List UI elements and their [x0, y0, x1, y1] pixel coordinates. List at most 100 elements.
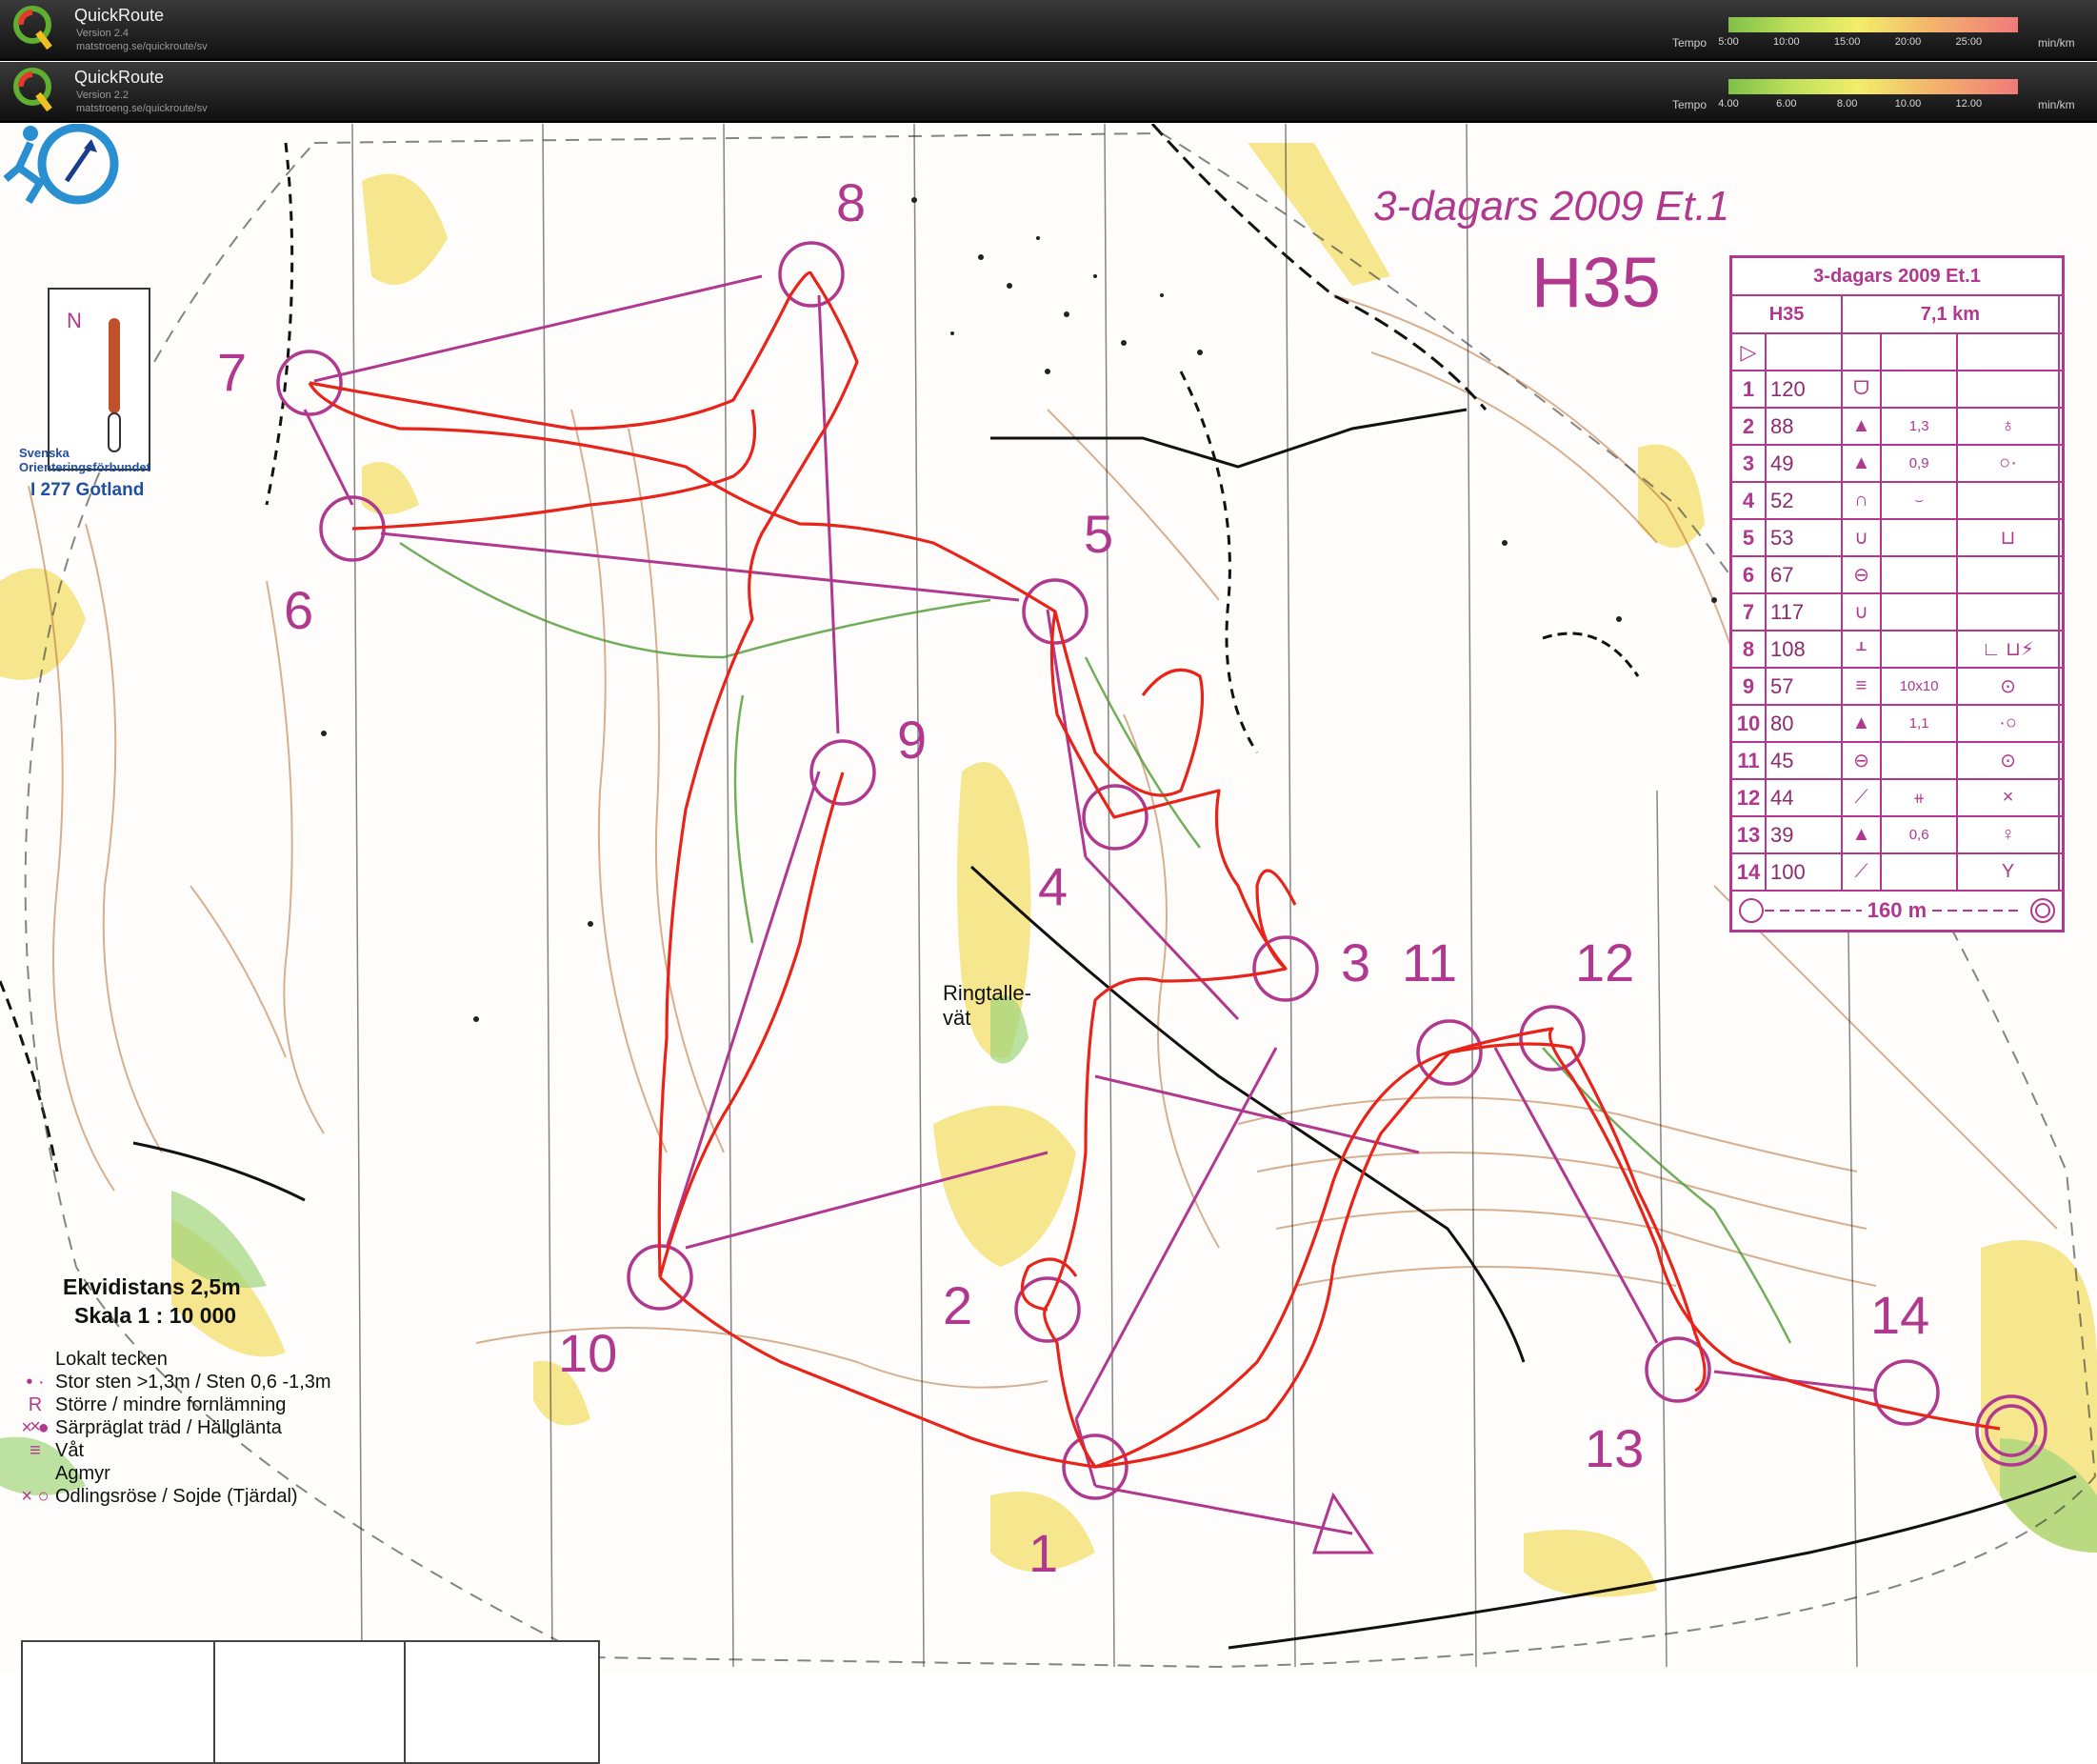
- cd-control-number: 13: [1729, 815, 1767, 854]
- control-number-9: 9: [897, 710, 928, 770]
- cd-row: 10 80 ▲ 1,1 ·○: [1729, 704, 2065, 743]
- north-arrow-icon: N: [67, 309, 121, 452]
- cd-location-symbol: ⊔: [1956, 518, 2060, 557]
- legend-item: Lokalt tecken: [55, 1349, 168, 1370]
- cd-location-symbol: ∟ ⊔⚡: [1956, 630, 2060, 669]
- cd-row: 3 49 ▲ 0,9 ○·: [1729, 444, 2065, 483]
- cd-feature-symbol: ▲: [1841, 704, 1882, 743]
- cd-dimension: ⧺: [1879, 778, 1959, 817]
- control-number-11: 11: [1402, 932, 1458, 992]
- tempo-tick: 8.00: [1836, 98, 1858, 110]
- sof-logo-icon: [3, 124, 119, 205]
- cd-location-symbol: [1956, 481, 2060, 520]
- app-url: matstroeng.se/quickroute/sv: [76, 103, 208, 114]
- quickroute-header-2: QuickRoute Version 2.2 matstroeng.se/qui…: [0, 62, 2097, 123]
- cd-feature-symbol: ⊖: [1841, 741, 1882, 780]
- cd-location-symbol: ○·: [1956, 444, 2060, 483]
- control-number-5: 5: [1084, 504, 1114, 564]
- tempo-color-scale: [1728, 17, 2018, 32]
- cd-extra: [2057, 407, 2065, 446]
- cd-dimension: [1879, 555, 1959, 594]
- cd-feature-symbol: ⟋: [1841, 852, 1882, 892]
- legend-item: Särpräglat träd / Hällglänta: [55, 1417, 282, 1438]
- control-number-8: 8: [836, 172, 867, 232]
- quickroute-logo-icon: [13, 6, 52, 50]
- cd-extra: [2057, 741, 2065, 780]
- cd-feature-symbol: ∪: [1841, 518, 1882, 557]
- control-number-10: 10: [558, 1323, 618, 1383]
- control-number-7: 7: [217, 342, 248, 402]
- cd-dimension: [1879, 741, 1959, 780]
- cd-feature-symbol: ⊖: [1841, 555, 1882, 594]
- control-number-3: 3: [1341, 932, 1371, 992]
- class-label: H35: [1531, 243, 1661, 322]
- cd-location-symbol: ⊙: [1956, 667, 2060, 706]
- cd-dimension: [1879, 370, 1959, 409]
- cd-row: 6 67 ⊖: [1729, 555, 2065, 594]
- sof-permit: I 277 Gotland: [30, 480, 145, 500]
- cd-dimension: [1879, 518, 1959, 557]
- tempo-tick: 5:00: [1718, 36, 1739, 48]
- cd-dimension: 1,1: [1879, 704, 1959, 743]
- cd-row: 13 39 ▲ 0,6 ♀: [1729, 815, 2065, 854]
- cd-dimension: 1,3: [1879, 407, 1959, 446]
- cd-location-symbol: ⊙: [1956, 741, 2060, 780]
- place-name: Ringtalle- vät: [943, 981, 1031, 1030]
- legend-marker: ≡: [30, 1440, 41, 1461]
- cd-row: 12 44 ⟋ ⧺ ×: [1729, 778, 2065, 817]
- legend-marker: • ·: [26, 1372, 45, 1393]
- cd-control-code: 108: [1764, 630, 1844, 669]
- sof-org-name: Svenska Orienteringsförbundet: [19, 446, 150, 474]
- cd-control-number: 9: [1729, 667, 1767, 706]
- cd-dimension: [1879, 852, 1959, 892]
- cd-control-code: 52: [1764, 481, 1844, 520]
- cd-control-code: 120: [1764, 370, 1844, 409]
- control-description-table: 3-dagars 2009 Et.1 H35 7,1 km ▷ 1 120 ᗜ 2 88…: [1729, 255, 2065, 932]
- cd-control-code: 44: [1764, 778, 1844, 817]
- app-version: Version 2.2: [76, 90, 130, 101]
- tempo-tick: 6.00: [1776, 98, 1797, 110]
- cd-location-symbol: ×: [1956, 778, 2060, 817]
- cd-control-code: 53: [1764, 518, 1844, 557]
- cd-extra: [2057, 852, 2065, 892]
- orienteering-map[interactable]: N Svenska Orienteringsförbundet I 277 Go…: [0, 124, 2097, 1764]
- cd-feature-symbol: ▲: [1841, 407, 1882, 446]
- legend-item: Odlingsröse / Sojde (Tjärdal): [55, 1486, 298, 1507]
- cd-feature-symbol: ▲: [1841, 815, 1882, 854]
- cd-control-number: 10: [1729, 704, 1767, 743]
- tempo-ticks: 5:00 10:00 15:00 20:00 25:00: [1718, 36, 2018, 50]
- cd-extra: [2057, 555, 2065, 594]
- tempo-tick: 15:00: [1833, 36, 1861, 48]
- cd-feature-symbol: ∪: [1841, 592, 1882, 631]
- cd-feature-symbol: ∩: [1841, 481, 1882, 520]
- cd-control-number: 4: [1729, 481, 1767, 520]
- cd-location-symbol: [1956, 370, 2060, 409]
- cd-feature-symbol: ≡: [1841, 667, 1882, 706]
- legend-marker: × ○: [21, 1486, 50, 1507]
- tempo-unit: min/km: [2038, 98, 2075, 111]
- tempo-color-scale: [1728, 79, 2018, 94]
- svg-text:N: N: [67, 309, 82, 332]
- cd-dimension: 10x10: [1879, 667, 1959, 706]
- control-number-1: 1: [1029, 1523, 1059, 1583]
- cd-control-number: 2: [1729, 407, 1767, 446]
- cd-length: 7,1 km: [1841, 294, 2060, 334]
- cd-control-number: 7: [1729, 592, 1767, 631]
- cd-extra: [2057, 592, 2065, 631]
- cd-control-number: 3: [1729, 444, 1767, 483]
- vegetation-areas: [0, 995, 2097, 1553]
- tempo-unit: min/km: [2038, 36, 2075, 50]
- cd-control-code: 45: [1764, 741, 1844, 780]
- tempo-tick: 10:00: [1773, 36, 1800, 48]
- cd-dimension: [1879, 630, 1959, 669]
- tempo-tick: 25:00: [1955, 36, 1983, 48]
- cd-extra: [2057, 481, 2065, 520]
- control-number-4: 4: [1038, 856, 1068, 916]
- cd-control-number: 8: [1729, 630, 1767, 669]
- cd-control-code: 117: [1764, 592, 1844, 631]
- cd-row: 14 100 ⟋ Y: [1729, 852, 2065, 892]
- legend-item: Stor sten >1,3m / Sten 0,6 -1,3m: [55, 1372, 331, 1393]
- cd-extra: [2057, 704, 2065, 743]
- north-arrow-box: N: [48, 288, 150, 471]
- cd-title: 3-dagars 2009 Et.1: [1729, 255, 2065, 296]
